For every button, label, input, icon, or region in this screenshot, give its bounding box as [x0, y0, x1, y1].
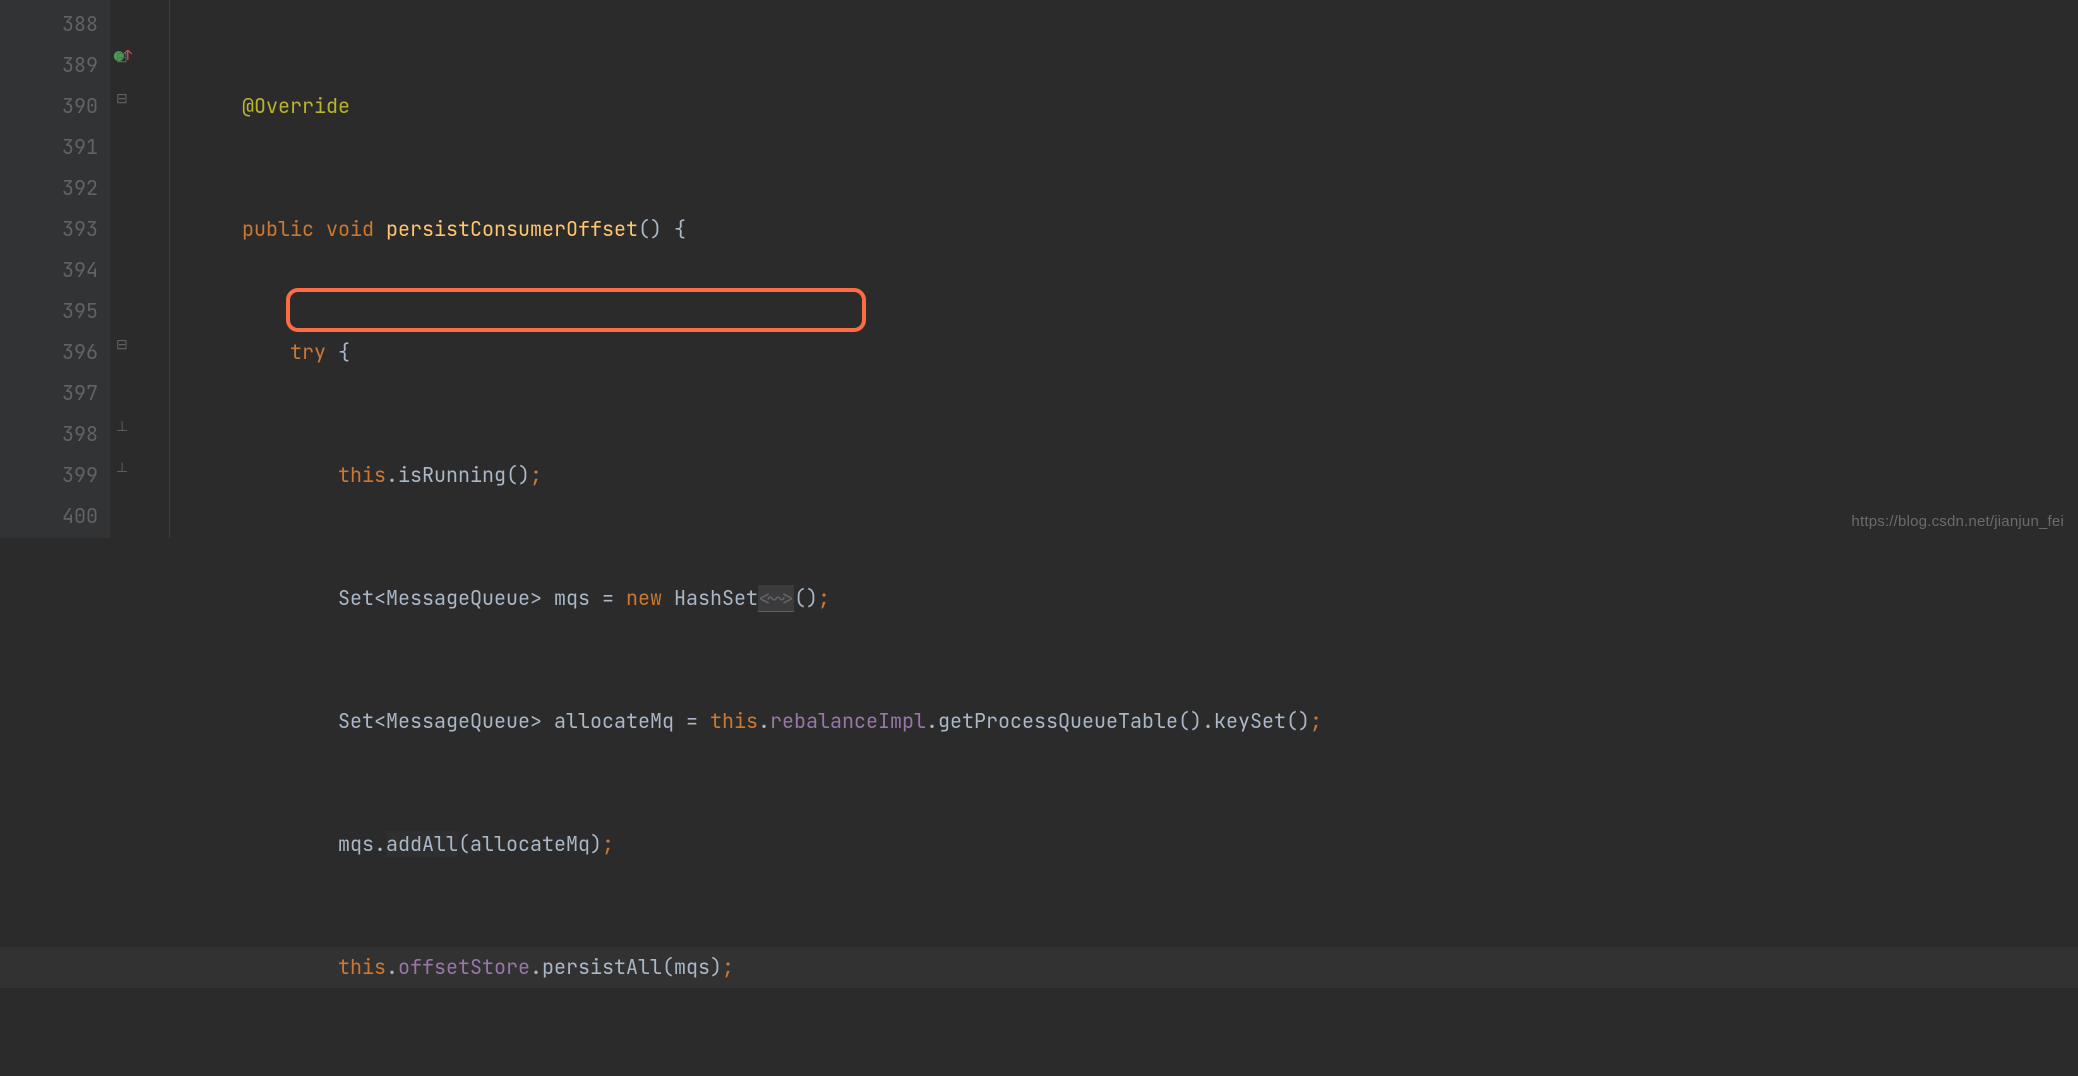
line-number[interactable]: 400: [0, 496, 98, 537]
code-line: Set<MessageQueue> mqs = new HashSet<~>()…: [170, 578, 2078, 619]
fold-toggle-icon[interactable]: ⊟: [116, 49, 128, 67]
keyword-new: new: [626, 585, 662, 611]
brace: {: [674, 216, 686, 242]
line-number[interactable]: 399: [0, 455, 98, 496]
type: Set: [338, 585, 374, 611]
keyword-void: void: [326, 216, 374, 242]
variable: mqs: [554, 585, 590, 611]
annotation: @Override: [242, 93, 350, 119]
fold-end-icon[interactable]: ⊥: [116, 418, 128, 436]
line-number[interactable]: 395: [0, 291, 98, 332]
line-number-gutter: 388 389 390 391 392 393 394 395 396 397 …: [0, 0, 110, 538]
keyword-this: this: [338, 462, 386, 488]
method-call: persistAll: [542, 954, 662, 980]
brace: {: [338, 339, 350, 365]
generic-type: MessageQueue: [386, 585, 530, 611]
code-line-highlighted: this.offsetStore.persistAll(mqs);: [170, 947, 2078, 988]
keyword-try: try: [290, 339, 326, 365]
argument: mqs: [674, 954, 710, 980]
code-line: public void persistConsumerOffset() {: [170, 209, 2078, 250]
line-number[interactable]: 398: [0, 414, 98, 455]
code-area[interactable]: @Override public void persistConsumerOff…: [170, 0, 2078, 538]
keyword-public: public: [242, 216, 314, 242]
code-line: @Override: [170, 86, 2078, 127]
watermark-text: https://blog.csdn.net/jianjun_fei: [1851, 513, 2064, 530]
line-number[interactable]: 397: [0, 373, 98, 414]
line-number[interactable]: 389: [0, 45, 98, 86]
type: HashSet: [674, 585, 758, 611]
code-editor: 388 389 390 391 392 393 394 395 396 397 …: [0, 0, 2078, 538]
type: Set: [338, 708, 374, 734]
field: offsetStore: [398, 954, 530, 980]
keyword-this: this: [710, 708, 758, 734]
keyword-this: this: [338, 954, 386, 980]
line-number[interactable]: 388: [0, 4, 98, 45]
variable: mqs: [338, 831, 374, 857]
method-call: getProcessQueueTable: [938, 708, 1178, 734]
fold-toggle-icon[interactable]: ⊟: [116, 90, 128, 108]
line-number[interactable]: 394: [0, 250, 98, 291]
line-number[interactable]: 390: [0, 86, 98, 127]
variable: allocateMq: [554, 708, 674, 734]
code-line: try {: [170, 332, 2078, 373]
diamond-hint: <~>: [758, 585, 794, 612]
field: rebalanceImpl: [770, 708, 926, 734]
line-number[interactable]: 396: [0, 332, 98, 373]
method-call: isRunning: [398, 462, 506, 488]
code-line: Set<MessageQueue> allocateMq = this.reba…: [170, 701, 2078, 742]
code-line: } catch (Exception e) {: [170, 1070, 2078, 1076]
fold-toggle-icon[interactable]: ⊟: [116, 336, 128, 354]
line-number[interactable]: 392: [0, 168, 98, 209]
code-line: mqs.addAll(allocateMq);: [170, 824, 2078, 865]
fold-end-icon[interactable]: ⊥: [116, 459, 128, 477]
argument: allocateMq: [470, 831, 590, 857]
line-number[interactable]: 393: [0, 209, 98, 250]
generic-type: MessageQueue: [386, 708, 530, 734]
line-number[interactable]: 391: [0, 127, 98, 168]
method-name: persistConsumerOffset: [386, 216, 638, 242]
code-line: this.isRunning();: [170, 455, 2078, 496]
annotation-highlight-box: [286, 288, 866, 332]
method-call: keySet: [1214, 708, 1286, 734]
gutter-marker-column: ●↑ ⊟ ⊟ ⊟ ⊥ ⊥: [110, 0, 170, 538]
method-call: addAll: [386, 831, 458, 857]
